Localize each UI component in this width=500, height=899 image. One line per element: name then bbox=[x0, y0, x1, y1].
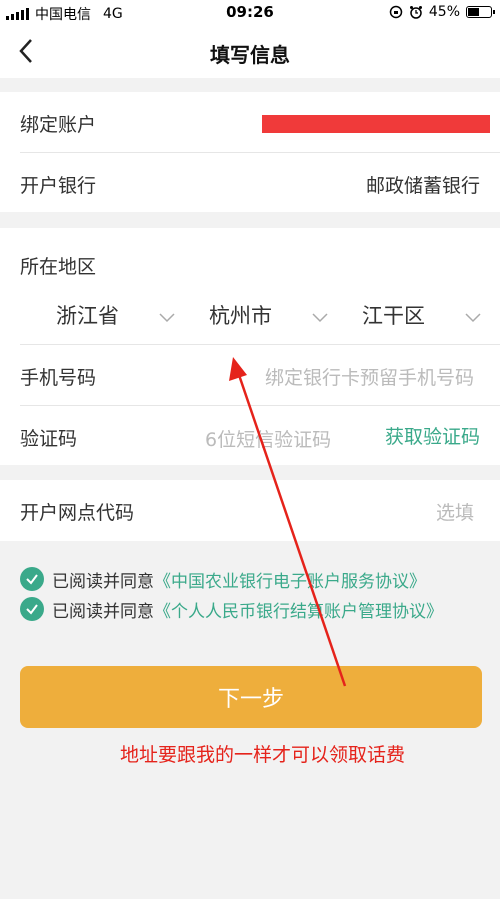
agreement-link[interactable]: 《个人人民币银行结算账户管理协议》 bbox=[154, 597, 443, 622]
bank-row: 开户银行 邮政储蓄银行 bbox=[0, 153, 500, 214]
code-input[interactable]: 6位短信验证码 bbox=[205, 425, 331, 452]
city-picker[interactable]: 杭州市 bbox=[209, 300, 272, 340]
phone-input[interactable]: 绑定银行卡预留手机号码 bbox=[265, 363, 474, 390]
chevron-down-icon[interactable] bbox=[311, 308, 329, 326]
chevron-down-icon[interactable] bbox=[464, 308, 482, 326]
battery-level bbox=[468, 8, 479, 16]
nav-bar: 填写信息 bbox=[0, 26, 500, 78]
agreement-item[interactable]: 已阅读并同意 《中国农业银行电子账户服务协议》 bbox=[20, 566, 426, 592]
account-card: 绑定账户 开户银行 邮政储蓄银行 bbox=[0, 92, 500, 212]
rotation-lock-icon bbox=[389, 5, 403, 19]
branch-row[interactable]: 开户网点代码 选填 bbox=[0, 480, 500, 541]
code-label: 验证码 bbox=[20, 428, 78, 450]
region-label: 所在地区 bbox=[20, 256, 97, 278]
district-picker[interactable]: 江干区 bbox=[362, 300, 425, 340]
branch-card: 开户网点代码 选填 bbox=[0, 480, 500, 541]
agreement-prefix: 已阅读并同意 bbox=[52, 571, 154, 592]
province-picker[interactable]: 浙江省 bbox=[56, 300, 119, 340]
status-bar: 中国电信 4G 09:26 45% bbox=[0, 0, 500, 26]
redaction-bar bbox=[262, 115, 490, 133]
agreement-prefix: 已阅读并同意 bbox=[52, 601, 154, 622]
phone-row[interactable]: 手机号码 绑定银行卡预留手机号码 bbox=[0, 345, 500, 406]
checkbox-checked-icon[interactable] bbox=[20, 567, 44, 591]
annotation-text: 地址要跟我的一样才可以领取话费 bbox=[120, 744, 406, 766]
agreement-link[interactable]: 《中国农业银行电子账户服务协议》 bbox=[154, 567, 426, 592]
branch-input[interactable]: 选填 bbox=[436, 498, 474, 525]
phone-label: 手机号码 bbox=[20, 367, 97, 389]
battery-percent: 45% bbox=[428, 4, 460, 20]
alarm-icon bbox=[409, 6, 422, 19]
agreement-item[interactable]: 已阅读并同意 《个人人民币银行结算账户管理协议》 bbox=[20, 596, 443, 622]
get-code-button[interactable]: 获取验证码 bbox=[385, 422, 480, 449]
checkbox-checked-icon[interactable] bbox=[20, 597, 44, 621]
battery-icon bbox=[466, 6, 495, 18]
bank-value: 邮政储蓄银行 bbox=[365, 175, 480, 197]
page-title: 填写信息 bbox=[210, 43, 290, 67]
bound-account-label: 绑定账户 bbox=[20, 114, 97, 136]
next-button[interactable]: 下一步 bbox=[20, 666, 482, 728]
chevron-down-icon[interactable] bbox=[158, 308, 176, 326]
status-right: 45% bbox=[389, 4, 495, 20]
region-label-row: 所在地区 bbox=[0, 228, 500, 289]
bank-label: 开户银行 bbox=[20, 175, 97, 197]
branch-label: 开户网点代码 bbox=[20, 502, 135, 524]
